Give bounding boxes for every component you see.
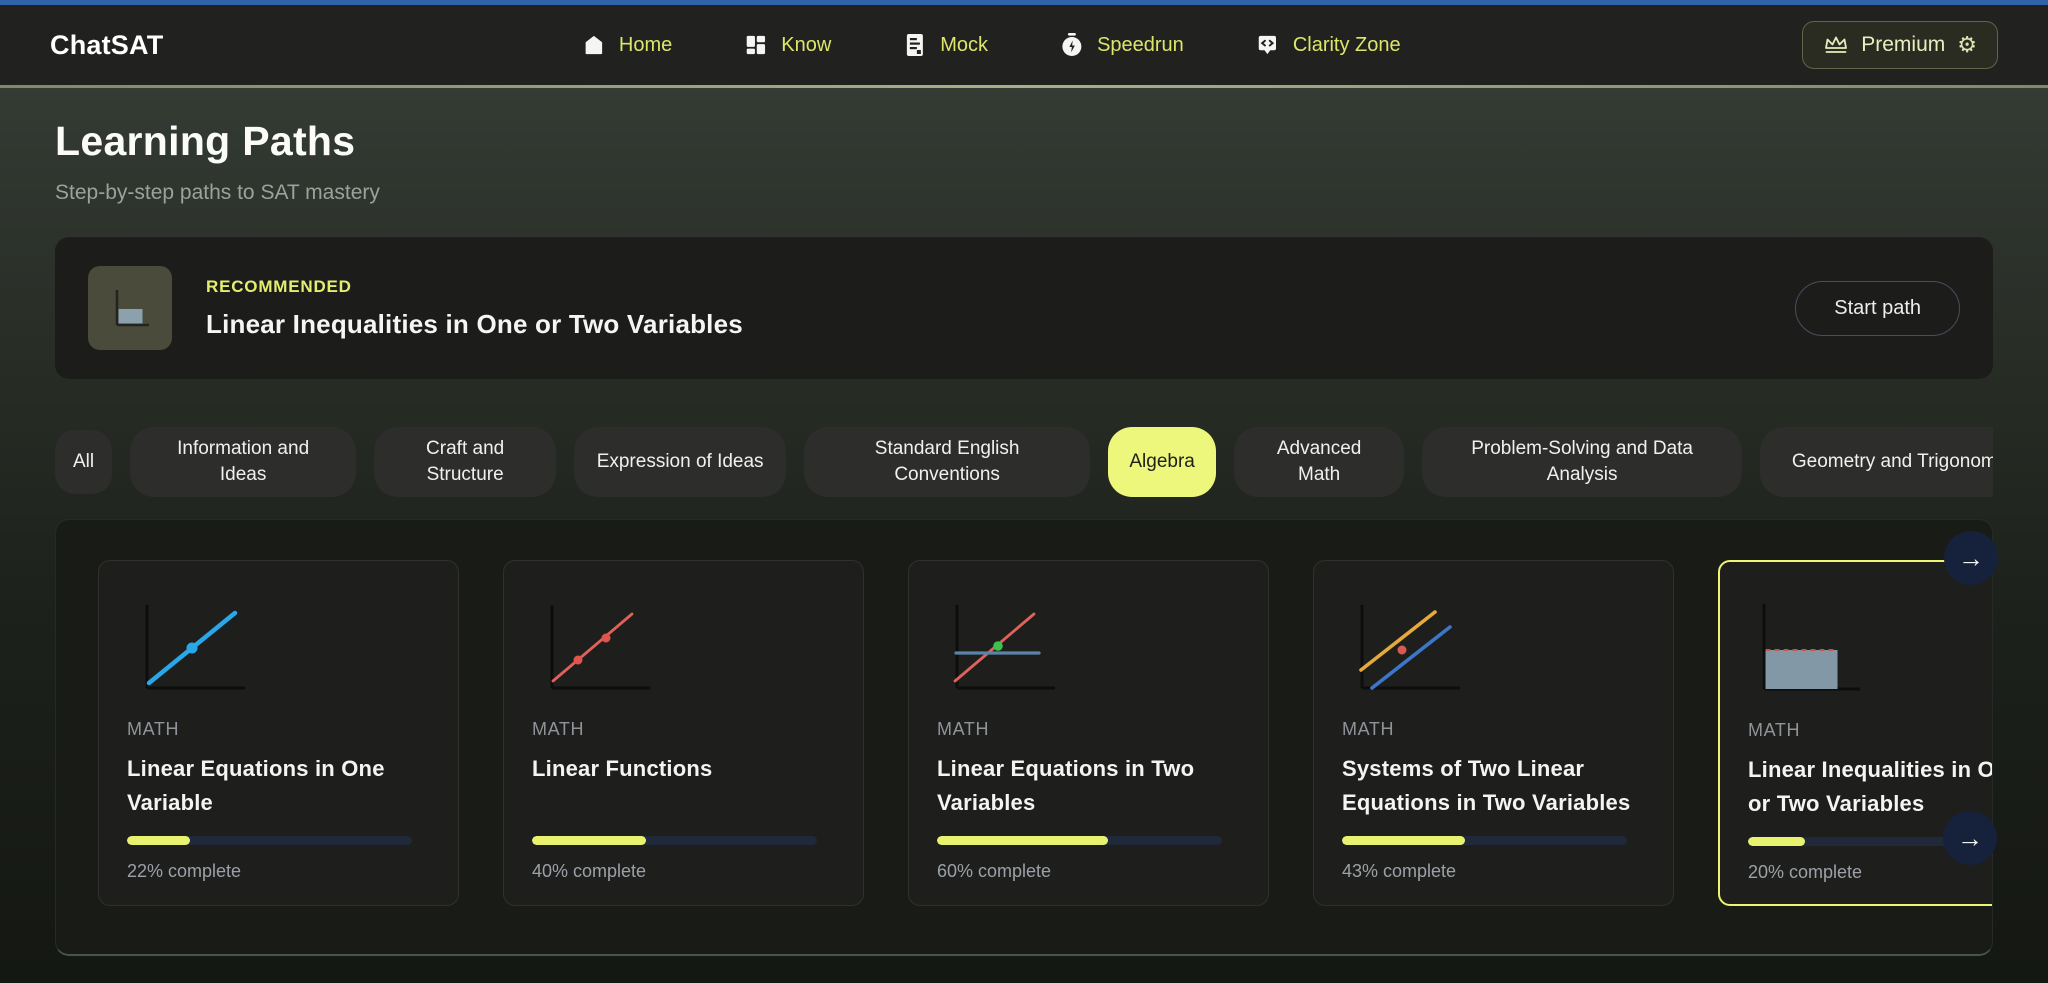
course-card-systems-two-linear-equations[interactable]: MATH Systems of Two Linear Equations in … [1313,560,1674,906]
progress-fill [127,836,190,845]
filter-chip-expression-of-ideas[interactable]: Expression of Ideas [574,427,786,497]
course-card-linear-functions[interactable]: MATH Linear Functions 40% complete [503,560,864,906]
gear-icon[interactable]: ⚙ [1957,34,1977,56]
nav-item-know[interactable]: Know [744,33,831,57]
home-icon [582,33,606,57]
content: Learning Paths Step-by-step paths to SAT… [0,118,2048,956]
course-cards-panel: MATH Linear Equations in One Variable 22… [55,519,1993,956]
card-title: Linear Equations in Two Variables [937,752,1240,822]
shaded-inequality-region-icon [1750,598,1880,706]
nav-item-speedrun[interactable]: Speedrun [1060,33,1184,57]
card-category: MATH [532,719,835,740]
scroll-filters-right-button[interactable]: → [1944,531,1998,585]
nav-glow-divider [0,85,2048,88]
card-category: MATH [1748,720,1993,741]
progress-bar [532,836,817,845]
filter-chip-standard-english-conventions[interactable]: Standard English Conventions [804,427,1090,497]
parallel-lines-red-point-icon [1344,597,1474,705]
crossing-lines-green-point-icon [939,597,1069,705]
nav-item-mock[interactable]: Mock [903,33,988,57]
card-category: MATH [1342,719,1645,740]
inequality-region-chart-icon [104,282,156,334]
crown-icon [1823,33,1849,57]
nav-item-clarity-zone[interactable]: Clarity Zone [1256,33,1401,57]
card-progress-label: 40% complete [532,861,835,882]
app-logo[interactable]: ChatSAT [50,30,163,61]
blue-line-with-point-icon [129,597,259,705]
recommended-thumbnail [88,266,172,350]
nav-item-label: Clarity Zone [1293,34,1401,57]
filter-chip-advanced-math[interactable]: Advanced Math [1234,427,1404,497]
progress-bar [937,836,1222,845]
red-trend-line-two-points-icon [534,597,664,705]
card-progress-label: 60% complete [937,861,1240,882]
progress-fill [937,836,1108,845]
nav-item-home[interactable]: Home [582,33,672,57]
card-category: MATH [127,719,430,740]
card-title: Linear Functions [532,752,835,822]
course-card-linear-equations-one-variable[interactable]: MATH Linear Equations in One Variable 22… [98,560,459,906]
recommended-title: Linear Inequalities in One or Two Variab… [206,309,743,340]
recommended-banner[interactable]: RECOMMENDED Linear Inequalities in One o… [55,237,1993,379]
filter-chip-problem-solving-data-analysis[interactable]: Problem-Solving and Data Analysis [1422,427,1742,497]
card-title: Systems of Two Linear Equations in Two V… [1342,752,1645,822]
filter-chip-all[interactable]: All [55,430,112,494]
filter-chips-row: All Information and Ideas Craft and Stru… [55,427,1993,497]
stopwatch-icon [1060,33,1084,57]
nav-item-label: Speedrun [1097,34,1184,57]
card-category: MATH [937,719,1240,740]
start-path-button[interactable]: Start path [1795,281,1960,336]
filter-chip-craft-and-structure[interactable]: Craft and Structure [374,427,556,497]
filter-chip-algebra[interactable]: Algebra [1108,427,1216,497]
premium-label: Premium [1861,33,1945,57]
card-progress-label: 22% complete [127,861,430,882]
card-progress-label: 20% complete [1748,862,1993,883]
card-progress-label: 43% complete [1342,861,1645,882]
progress-bar [1342,836,1627,845]
chat-code-icon [1256,33,1280,57]
arrow-right-icon: → [1958,543,1984,574]
progress-fill [1342,836,1465,845]
filter-chip-geometry-trigonometry[interactable]: Geometry and Trigonometry [1760,427,1993,497]
filter-chip-information-and-ideas[interactable]: Information and Ideas [130,427,356,497]
progress-fill [1748,837,1805,846]
progress-bar [127,836,412,845]
course-card-linear-equations-two-variables[interactable]: MATH Linear Equations in Two Variables 6… [908,560,1269,906]
recommended-text: RECOMMENDED Linear Inequalities in One o… [206,277,743,340]
scroll-cards-right-button[interactable]: → [1943,811,1997,865]
nav-item-label: Know [781,34,831,57]
page-subtitle: Step-by-step paths to SAT mastery [55,181,1993,205]
main-nav: Home Know Mock [582,5,1401,85]
arrow-right-icon: → [1957,823,1983,854]
card-title: Linear Inequalities in One or Two Variab… [1748,753,1993,823]
grid-icon [744,33,768,57]
recommended-badge: RECOMMENDED [206,277,743,297]
navbar: ChatSAT Home Know Mock [0,5,2048,85]
card-title: Linear Equations in One Variable [127,752,430,822]
premium-button[interactable]: Premium ⚙ [1802,21,1998,69]
nav-item-label: Mock [940,34,988,57]
progress-fill [532,836,646,845]
nav-item-label: Home [619,34,672,57]
page-title: Learning Paths [55,118,1993,165]
document-icon [903,33,927,57]
